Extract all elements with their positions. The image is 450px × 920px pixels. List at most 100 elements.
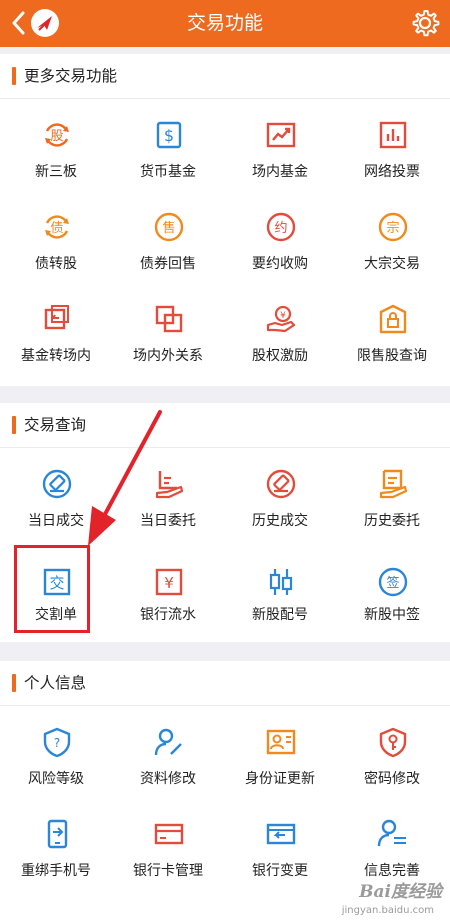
item-password-change[interactable]: 密码修改 — [336, 706, 448, 798]
item-label: 股权激励 — [252, 348, 308, 364]
bank-card-icon — [153, 818, 185, 850]
item-label: 网络投票 — [364, 164, 420, 180]
svg-text:¥: ¥ — [164, 574, 174, 592]
item-label: 新三板 — [35, 164, 77, 180]
bulk-trade-icon: 宗 — [377, 211, 409, 243]
trend-chart-icon — [265, 119, 297, 151]
item-bank-card[interactable]: 银行卡管理 — [112, 798, 224, 890]
key-icon — [377, 726, 409, 758]
item-label: 基金转场内 — [21, 348, 91, 364]
section-more-trade: 更多交易功能 股 新三板 $ 货币基金 场内基金 网络投票 债 债转股 售 债券… — [0, 54, 450, 386]
item-label: 新股配号 — [252, 607, 308, 623]
item-history-orders[interactable]: 历史委托 — [336, 448, 448, 540]
item-label: 大宗交易 — [364, 256, 420, 272]
section-accent-bar — [12, 67, 16, 85]
section-title: 个人信息 — [24, 674, 87, 692]
svg-text:约: 约 — [274, 221, 287, 236]
svg-text:签: 签 — [386, 575, 399, 591]
highlight-box — [14, 545, 90, 633]
item-edit-profile[interactable]: 资料修改 — [112, 706, 224, 798]
history-deal-icon — [265, 468, 297, 500]
user-info-icon — [377, 818, 409, 850]
item-label: 当日成交 — [28, 513, 84, 529]
svg-text:售: 售 — [162, 220, 175, 236]
bank-change-icon — [265, 818, 297, 850]
section-header: 更多交易功能 — [0, 54, 450, 99]
item-label: 历史成交 — [252, 513, 308, 529]
item-label: 历史委托 — [364, 513, 420, 529]
section-accent-bar — [12, 674, 16, 692]
svg-text:$: $ — [164, 126, 174, 145]
offer-icon: 约 — [265, 211, 297, 243]
svg-text:¥: ¥ — [280, 311, 286, 321]
item-label: 身份证更新 — [245, 771, 315, 787]
svg-text:债: 债 — [50, 221, 63, 236]
item-restricted-shares[interactable]: 限售股查询 — [336, 283, 448, 375]
watermark-url: jingyan.baidu.com — [341, 905, 434, 916]
item-ipo-numbers[interactable]: 新股配号 — [224, 546, 336, 638]
bond-icon: 债 — [41, 211, 73, 243]
item-floor-relation[interactable]: 场内外关系 — [112, 283, 224, 375]
item-debt-to-equity[interactable]: 债 债转股 — [0, 191, 112, 283]
item-label: 要约收购 — [252, 256, 308, 272]
section-header: 交易查询 — [0, 403, 450, 448]
history-order-icon — [377, 468, 409, 500]
item-fund-transfer[interactable]: 基金转场内 — [0, 283, 112, 375]
item-label: 资料修改 — [140, 771, 196, 787]
item-label: 场内外关系 — [133, 348, 203, 364]
item-label: 债转股 — [35, 256, 77, 272]
item-label: 货币基金 — [140, 164, 196, 180]
relation-icon — [153, 303, 185, 335]
candlestick-icon — [265, 566, 297, 598]
equity-incentive-icon: ¥ — [265, 303, 297, 335]
item-label: 当日委托 — [140, 513, 196, 529]
sell-icon: 售 — [153, 211, 185, 243]
item-id-update[interactable]: 身份证更新 — [224, 706, 336, 798]
item-online-vote[interactable]: 网络投票 — [336, 99, 448, 191]
section-header: 个人信息 — [0, 661, 450, 706]
section-title: 交易查询 — [24, 416, 87, 434]
item-label: 新股中签 — [364, 607, 420, 623]
section-title: 更多交易功能 — [24, 67, 118, 85]
item-ipo-winning[interactable]: 签 新股中签 — [336, 546, 448, 638]
item-today-deals[interactable]: 当日成交 — [0, 448, 112, 540]
phone-icon — [41, 818, 73, 850]
item-bank-statement[interactable]: ¥ 银行流水 — [112, 546, 224, 638]
lottery-icon: 签 — [377, 566, 409, 598]
item-label: 密码修改 — [364, 771, 420, 787]
item-history-deals[interactable]: 历史成交 — [224, 448, 336, 540]
item-floor-fund[interactable]: 场内基金 — [224, 99, 336, 191]
user-edit-icon — [153, 726, 185, 758]
item-label: 限售股查询 — [357, 348, 427, 364]
bar-chart-icon — [377, 119, 409, 151]
item-today-orders[interactable]: 当日委托 — [112, 448, 224, 540]
watermark: Bai度经验 — [359, 882, 442, 902]
svg-text:?: ? — [54, 736, 60, 750]
order-icon — [153, 468, 185, 500]
id-card-icon — [265, 726, 297, 758]
top-bar: 交易功能 — [0, 0, 450, 47]
item-block-trade[interactable]: 宗 大宗交易 — [336, 191, 448, 283]
deal-icon — [41, 468, 73, 500]
item-money-fund[interactable]: $ 货币基金 — [112, 99, 224, 191]
item-bond-putback[interactable]: 售 债券回售 — [112, 191, 224, 283]
shield-icon: ? — [41, 726, 73, 758]
item-label: 银行流水 — [140, 607, 196, 623]
item-rebind-phone[interactable]: 重绑手机号 — [0, 798, 112, 890]
page-title: 交易功能 — [186, 12, 263, 34]
svg-text:股: 股 — [50, 129, 63, 144]
item-risk-level[interactable]: ? 风险等级 — [0, 706, 112, 798]
lock-icon — [377, 303, 409, 335]
item-label: 银行变更 — [252, 863, 308, 879]
item-bank-change[interactable]: 银行变更 — [224, 798, 336, 890]
item-equity-incentive[interactable]: ¥ 股权激励 — [224, 283, 336, 375]
gear-icon[interactable] — [410, 8, 440, 38]
item-label: 场内基金 — [252, 164, 308, 180]
transfer-icon — [41, 303, 73, 335]
item-tender-offer[interactable]: 约 要约收购 — [224, 191, 336, 283]
item-xinsanban[interactable]: 股 新三板 — [0, 99, 112, 191]
dollar-icon: $ — [153, 119, 185, 151]
item-label: 债券回售 — [140, 256, 196, 272]
section-accent-bar — [12, 416, 16, 434]
item-label: 银行卡管理 — [133, 863, 203, 879]
